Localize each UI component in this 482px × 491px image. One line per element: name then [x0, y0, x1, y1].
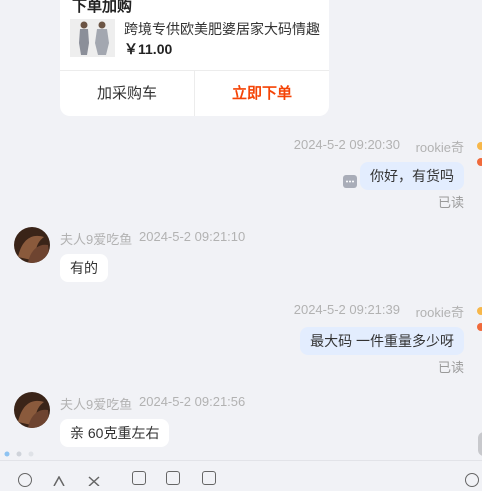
order-now-button[interactable]: 立即下单 — [195, 71, 329, 116]
emoji-icon[interactable] — [18, 473, 32, 487]
message-sender: rookie奇 — [415, 140, 464, 155]
scroll-to-bottom-button[interactable] — [478, 432, 482, 456]
product-card: 下单加购 跨境专供欧美肥婆居家大码情趣 ￥11.00 加采购车 立即下单 — [60, 0, 329, 116]
message-sender: 夫人9爱吃鱼 — [60, 397, 133, 412]
message-time: 2024-5-2 09:21:10 — [139, 229, 246, 244]
message-time: 2024-5-2 09:21:56 — [139, 394, 246, 409]
message-time: 2024-5-2 09:20:30 — [293, 137, 400, 152]
avatar[interactable] — [14, 392, 50, 428]
chat-icon[interactable] — [465, 473, 479, 487]
message-bubble[interactable]: 有的 — [60, 254, 108, 282]
product-name[interactable]: 跨境专供欧美肥婆居家大码情趣 — [124, 19, 320, 39]
folder-icon[interactable] — [166, 471, 180, 485]
more-icon[interactable] — [343, 175, 357, 188]
input-toolbar — [0, 460, 482, 487]
edge-indicator — [477, 323, 482, 331]
message-sender: 夫人9爱吃鱼 — [60, 232, 133, 247]
scissors-icon[interactable] — [87, 473, 101, 491]
edge-indicator — [477, 307, 482, 315]
message-bubble[interactable]: 最大码 一件重量多少呀 — [300, 327, 464, 355]
read-status: 已读 — [437, 360, 464, 375]
edge-indicator — [477, 142, 482, 150]
screenshot-icon[interactable] — [202, 471, 216, 485]
add-to-cart-button[interactable]: 加采购车 — [60, 71, 194, 116]
message-time: 2024-5-2 09:21:39 — [293, 302, 400, 317]
card-title: 下单加购 — [72, 0, 133, 15]
read-status: 已读 — [437, 195, 464, 210]
edge-indicator — [477, 158, 482, 166]
message-bubble[interactable]: 亲 60克重左右 — [60, 419, 170, 447]
product-price: ￥11.00 — [124, 41, 173, 57]
message-bubble[interactable]: 你好，有货吗 — [360, 162, 464, 190]
image-icon[interactable] — [132, 471, 146, 485]
message-sender: rookie奇 — [415, 305, 464, 320]
avatar[interactable] — [14, 227, 50, 263]
product-thumbnail[interactable] — [70, 19, 115, 57]
font-icon[interactable] — [52, 473, 66, 491]
